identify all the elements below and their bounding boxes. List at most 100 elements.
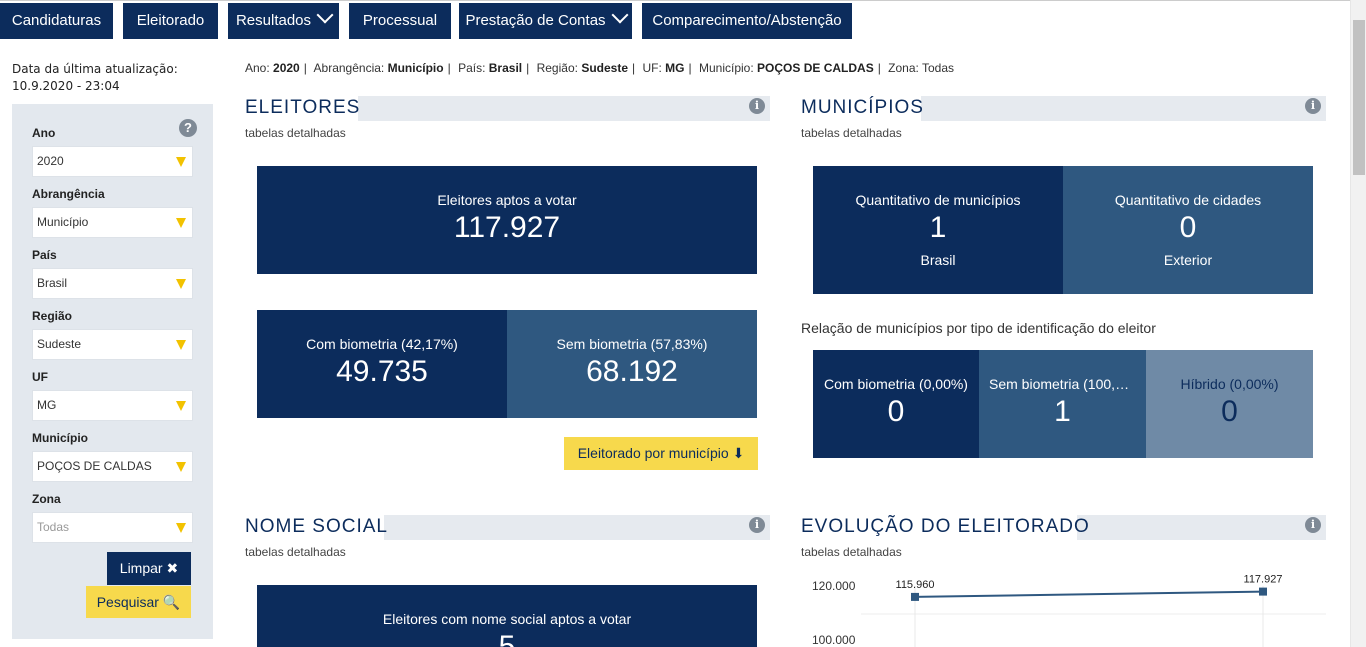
select-value: Município — [37, 215, 89, 229]
filter-label-abrangencia: Abrangência — [32, 187, 105, 201]
filter-summary: Ano: 2020 | Abrangência: Município | País:… — [245, 61, 955, 75]
dropdown-arrow-icon — [176, 279, 186, 289]
crumb-value: POÇOS DE CALDAS — [757, 61, 874, 75]
info-icon[interactable]: i — [1305, 517, 1321, 533]
stat-sub: Brasil — [920, 252, 956, 268]
select-value: Brasil — [37, 276, 68, 290]
stat-rel-com-biometria: Com biometria (0,00%) 0 — [813, 350, 979, 458]
crumb-value: 2020 — [273, 61, 300, 75]
select-pais[interactable]: Brasil — [32, 268, 193, 299]
crumb-value: Município — [387, 61, 444, 75]
vertical-scrollbar[interactable] — [1350, 0, 1366, 647]
stat-aptos: Eleitores aptos a votar 117.927 — [257, 166, 757, 274]
filter-label-municipio: Município — [32, 431, 88, 445]
nav-resultados[interactable]: Resultados — [228, 3, 339, 39]
stat-label: Com biometria (0,00%) — [824, 376, 968, 392]
dropdown-arrow-icon — [176, 401, 186, 411]
data-point — [911, 592, 919, 601]
last-update: Data da última atualização: 10.9.2020 - … — [12, 61, 178, 95]
nav-label: Candidaturas — [11, 12, 102, 29]
clear-button[interactable]: Limpar ✖ — [107, 552, 191, 585]
crumb-key: Município: — [698, 61, 754, 75]
help-icon[interactable]: ? — [179, 119, 197, 137]
select-municipio[interactable]: POÇOS DE CALDAS — [32, 451, 193, 482]
stat-label: Híbrido (0,00%) — [1180, 376, 1279, 392]
nav-label: Comparecimento/Abstenção — [652, 12, 842, 29]
stat-label: Quantitativo de municípios — [855, 192, 1021, 208]
relation-caption: Relação de municípios por tipo de identi… — [801, 320, 1156, 336]
evolution-chart: 120.000 100.000 115.960 117.927 — [812, 574, 1326, 647]
filter-label-uf: UF — [32, 370, 48, 384]
stat-rel-hibrido: Híbrido (0,00%) 0 — [1146, 350, 1313, 458]
dropdown-arrow-icon — [176, 218, 186, 228]
stat-value: 1 — [1054, 395, 1071, 428]
stat-label: Sem biometria (57,83%) — [556, 336, 708, 352]
stat-value: 5 — [498, 630, 516, 647]
filter-label-pais: País — [32, 248, 57, 262]
nav-comparecimento[interactable]: Comparecimento/Abstenção — [642, 3, 852, 39]
y-tick-label: 120.000 — [812, 579, 856, 593]
stat-sub: Exterior — [1163, 252, 1213, 268]
info-icon[interactable]: i — [749, 517, 765, 533]
page: Candidaturas Eleitorado Resultados Proce… — [0, 0, 1366, 647]
select-regiao[interactable]: Sudeste — [32, 329, 193, 360]
stat-value: 49.735 — [336, 355, 428, 388]
crumb-key: Abrangência: — [313, 61, 385, 75]
detailed-tables-link[interactable]: tabelas detalhadas — [245, 126, 346, 140]
stat-label: Eleitores aptos a votar — [437, 192, 577, 208]
stat-rel-sem-biometria: Sem biometria (100,00%) 1 — [979, 350, 1146, 458]
stat-value: 1 — [929, 211, 947, 244]
nav-processual[interactable]: Processual — [349, 3, 451, 39]
crumb-value: Todas — [921, 61, 955, 75]
crumb-key: Região: — [536, 61, 578, 75]
nav-candidaturas[interactable]: Candidaturas — [0, 3, 113, 39]
dropdown-arrow-icon — [176, 462, 186, 472]
stat-com-biometria: Com biometria (42,17%) 49.735 — [257, 310, 507, 418]
data-label: 115.960 — [896, 579, 935, 591]
select-value: Todas — [37, 520, 70, 534]
dropdown-arrow-icon — [176, 340, 186, 350]
nav-prestacao-contas[interactable]: Prestação de Contas — [459, 3, 632, 39]
section-title-municipios: MUNICÍPIOS — [801, 97, 924, 118]
chevron-down-icon — [611, 6, 629, 24]
stat-qtd-cidades: Quantitativo de cidades 0 Exterior — [1063, 166, 1313, 294]
section-bar — [1077, 515, 1326, 540]
dropdown-arrow-icon — [176, 523, 186, 533]
section-title-nome-social: NOME SOCIAL — [245, 516, 388, 537]
stat-label: Quantitativo de cidades — [1114, 192, 1262, 208]
crumb-value: Sudeste — [581, 61, 628, 75]
scrollbar-thumb[interactable] — [1353, 20, 1365, 175]
stat-label: Com biometria (42,17%) — [306, 336, 458, 352]
nav-label: Resultados — [235, 12, 312, 29]
section-bar — [921, 96, 1326, 121]
detailed-tables-link[interactable]: tabelas detalhadas — [801, 126, 902, 140]
nav-label: Prestação de Contas — [465, 12, 606, 29]
download-eleitorado-button[interactable]: Eleitorado por município ⬇ — [564, 437, 758, 470]
dropdown-arrow-icon — [176, 157, 186, 167]
filter-panel: ? Ano 2020 Abrangência Município País Br… — [12, 104, 213, 639]
stat-value: 0 — [887, 395, 905, 428]
section-title-eleitores: ELEITORES — [245, 97, 361, 118]
stat-value: 0 — [1221, 395, 1238, 428]
info-icon[interactable]: i — [1305, 98, 1321, 114]
crumb-value: Brasil — [488, 61, 523, 75]
select-value: POÇOS DE CALDAS — [37, 459, 152, 473]
stat-label: Eleitores com nome social aptos a votar — [382, 611, 632, 627]
select-zona[interactable]: Todas — [32, 512, 193, 543]
detailed-tables-link[interactable]: tabelas detalhadas — [245, 545, 346, 559]
stat-qtd-municipios: Quantitativo de municípios 1 Brasil — [813, 166, 1063, 294]
detailed-tables-link[interactable]: tabelas detalhadas — [801, 545, 902, 559]
search-button[interactable]: Pesquisar 🔍 — [86, 586, 191, 618]
series-line — [914, 590, 1264, 598]
nav-label: Eleitorado — [136, 12, 205, 29]
nav-eleitorado[interactable]: Eleitorado — [123, 3, 218, 39]
select-abrangencia[interactable]: Município — [32, 207, 193, 238]
stat-value: 0 — [1179, 211, 1197, 244]
select-value: MG — [37, 398, 57, 412]
filter-label-zona: Zona — [32, 492, 61, 506]
select-ano[interactable]: 2020 — [32, 146, 193, 177]
select-uf[interactable]: MG — [32, 390, 193, 421]
crumb-key: Ano: — [245, 61, 270, 75]
info-icon[interactable]: i — [749, 98, 765, 114]
stat-sem-biometria: Sem biometria (57,83%) 68.192 — [507, 310, 757, 418]
